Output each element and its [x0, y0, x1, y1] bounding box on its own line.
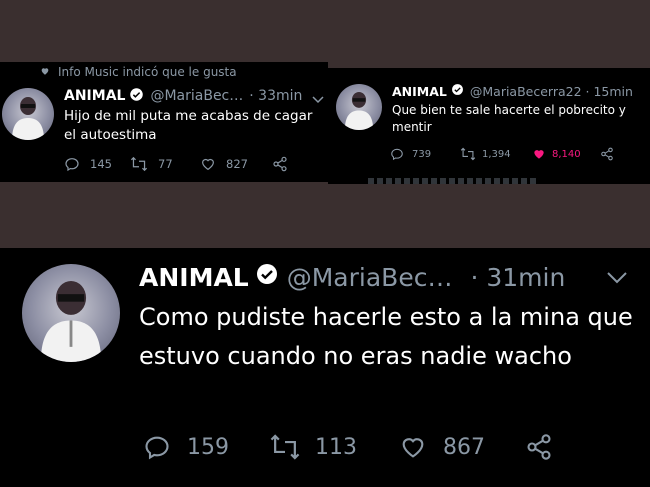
verified-badge-icon: [129, 87, 144, 106]
like-count: 867: [443, 434, 485, 460]
liked-by-text: Info Music indicó que le gusta: [58, 65, 237, 79]
handle[interactable]: @MariaBec…: [287, 263, 453, 292]
reply-button[interactable]: 145: [64, 156, 130, 172]
avatar[interactable]: [2, 88, 54, 140]
heart-icon: [200, 156, 216, 172]
reply-icon: [390, 147, 404, 161]
display-name[interactable]: ANIMAL: [392, 84, 447, 99]
share-button[interactable]: [525, 433, 553, 461]
like-button[interactable]: 827: [200, 156, 272, 172]
reply-count: 739: [412, 148, 432, 160]
tweet-card-1[interactable]: Info Music indicó que le gusta ANIMAL @M…: [0, 62, 328, 182]
handle[interactable]: @MariaBec…: [150, 88, 243, 104]
reply-count: 159: [187, 434, 229, 460]
tweet-card-2[interactable]: ANIMAL @MariaBecerra22 · 15min Que bien …: [328, 68, 650, 184]
tweet-text: Hijo de mil puta me acabas de cagar el a…: [64, 108, 313, 143]
chevron-down-icon[interactable]: [606, 270, 628, 289]
avatar[interactable]: [336, 84, 382, 130]
tweet-card-3[interactable]: ANIMAL @MariaBec… · 31min Como pudiste h…: [0, 248, 650, 487]
retweet-count: 113: [315, 434, 357, 460]
timestamp[interactable]: · 31min: [470, 263, 565, 292]
retweet-icon: [269, 433, 301, 461]
like-count: 827: [226, 157, 248, 171]
share-button[interactable]: [600, 147, 614, 161]
share-icon: [600, 147, 614, 161]
reply-button[interactable]: 159: [143, 433, 269, 461]
heart-filled-icon: [532, 147, 546, 161]
retweet-count: 77: [158, 157, 173, 171]
like-button[interactable]: 867: [399, 433, 525, 461]
verified-badge-icon: [451, 83, 464, 99]
reply-icon: [143, 433, 171, 461]
heart-icon: [399, 433, 427, 461]
retweet-button[interactable]: 77: [130, 156, 200, 172]
retweet-icon: [130, 156, 148, 172]
retweet-button[interactable]: 113: [269, 433, 399, 461]
reply-count: 145: [90, 157, 112, 171]
tweet-text: Que bien te sale hacerte el pobrecito y …: [392, 103, 626, 134]
reply-button[interactable]: 739: [390, 147, 460, 161]
share-button[interactable]: [272, 156, 288, 172]
heart-icon: [40, 65, 50, 79]
timestamp[interactable]: · 33min: [249, 88, 302, 104]
reply-icon: [64, 156, 80, 172]
display-name[interactable]: ANIMAL: [139, 263, 249, 292]
avatar[interactable]: [22, 264, 120, 362]
retweet-button[interactable]: 1,394: [460, 147, 532, 161]
tweet-text: Como pudiste hacerle esto a la mina que …: [139, 303, 633, 370]
retweet-count: 1,394: [482, 148, 511, 160]
verified-badge-icon: [255, 262, 279, 292]
display-name[interactable]: ANIMAL: [64, 88, 125, 104]
share-icon: [525, 433, 553, 461]
like-button[interactable]: 8,140: [532, 147, 600, 161]
share-icon: [272, 156, 288, 172]
liked-by-row: Info Music indicó que le gusta: [40, 64, 237, 80]
like-count: 8,140: [552, 148, 581, 160]
retweet-icon: [460, 147, 476, 161]
handle[interactable]: @MariaBecerra22 · 15min: [470, 84, 633, 99]
next-tweet-peek: [368, 178, 538, 184]
